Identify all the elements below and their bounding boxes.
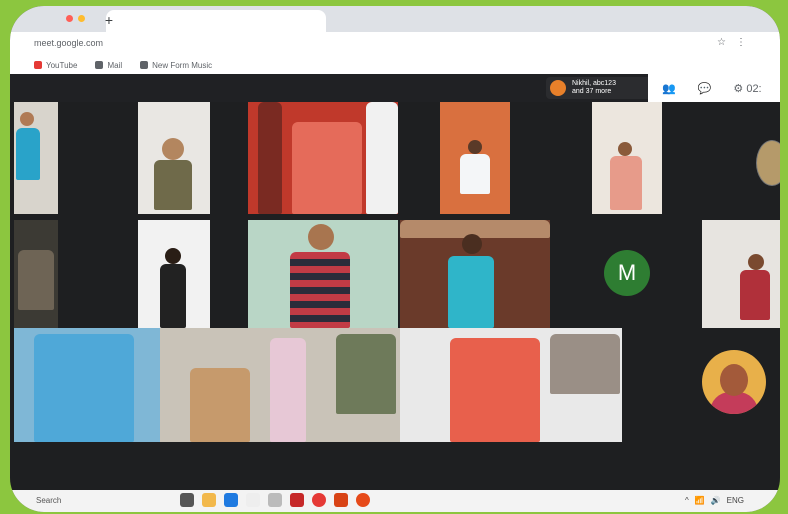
taskbar: Search ^ 📶 🔊 ENG: [10, 490, 780, 512]
meet-actions: 👥 💬 ⚙ 02:: [648, 74, 780, 102]
door-frame: [258, 102, 282, 214]
bookmark-star-icon[interactable]: ☆: [717, 37, 726, 48]
wall-art: [550, 334, 620, 394]
volume-icon[interactable]: 🔊: [711, 496, 721, 505]
participant-shirt: [610, 156, 642, 210]
furniture: [190, 368, 250, 442]
presenter-line2: and 37 more: [572, 88, 612, 95]
initial-avatar[interactable]: M: [604, 250, 650, 296]
address-bar[interactable]: meet.google.com ☆ ⋮: [10, 32, 780, 57]
participant-shirt: [16, 128, 40, 180]
participant-tile[interactable]: [592, 102, 662, 214]
participant-shirt: [740, 270, 770, 320]
participant-tile[interactable]: [160, 328, 400, 442]
minimize-window-icon[interactable]: [78, 15, 85, 22]
browser-tab-bar: +: [10, 6, 780, 32]
store-icon[interactable]: [246, 493, 260, 507]
participant-shirt: [270, 338, 306, 442]
app-icon[interactable]: [334, 493, 348, 507]
active-tab[interactable]: [106, 10, 326, 32]
participant-tile[interactable]: [138, 102, 210, 214]
participant-shirt: [34, 334, 134, 442]
presenter-names: Nikhil, abc123 and 37 more: [572, 80, 616, 96]
app-icon[interactable]: [290, 493, 304, 507]
app-icon[interactable]: [356, 493, 370, 507]
screen-frame: + meet.google.com ☆ ⋮ YouTube Mail New F…: [10, 6, 780, 512]
youtube-icon: [34, 61, 42, 69]
participant-tile[interactable]: [702, 220, 780, 328]
app-icon[interactable]: [268, 493, 282, 507]
close-window-icon[interactable]: [66, 15, 73, 22]
taskbar-icons: [180, 493, 370, 507]
music-icon: [140, 61, 149, 69]
edge-icon[interactable]: [224, 493, 238, 507]
participant-tile[interactable]: [248, 220, 398, 328]
participant-shirt: [292, 122, 362, 214]
participant-tile[interactable]: [400, 328, 622, 442]
participant-shirt: [154, 160, 192, 210]
mail-icon: [95, 61, 104, 69]
new-tab-icon[interactable]: +: [102, 13, 116, 27]
participant-shirt: [290, 252, 350, 328]
task-view-icon[interactable]: [180, 493, 194, 507]
bookmark-youtube[interactable]: YouTube: [34, 61, 77, 70]
participant-shirt: [460, 154, 490, 194]
participant-shirt: [450, 338, 540, 442]
presenter-chip[interactable]: Nikhil, abc123 and 37 more: [546, 77, 652, 99]
participant-tile[interactable]: [248, 102, 398, 214]
language-indicator[interactable]: ENG: [727, 496, 744, 505]
participant-head: [20, 112, 34, 126]
window-controls: [66, 15, 85, 22]
participant-head: [468, 140, 482, 154]
tray-chevron-icon[interactable]: ^: [685, 496, 689, 505]
wifi-icon[interactable]: 📶: [695, 496, 705, 505]
participant-tile[interactable]: [14, 328, 160, 442]
participant-tile[interactable]: [400, 220, 550, 328]
bookmark-music[interactable]: New Form Music: [140, 61, 212, 70]
address-bar-controls: ☆ ⋮: [717, 37, 746, 48]
participant-avatar[interactable]: [756, 140, 780, 186]
file-explorer-icon[interactable]: [202, 493, 216, 507]
presenter-avatar: [550, 80, 566, 96]
menu-dots-icon[interactable]: ⋮: [736, 37, 746, 48]
activities-icon[interactable]: ⚙ 02:: [733, 82, 761, 95]
people-icon[interactable]: 👥: [662, 82, 676, 95]
participant-head: [618, 142, 632, 156]
participant-head: [462, 234, 482, 254]
system-tray: ^ 📶 🔊 ENG: [685, 496, 744, 505]
bookmarks-bar: YouTube Mail New Form Music: [10, 56, 780, 74]
taskbar-search[interactable]: Search: [36, 496, 61, 505]
bookmark-mail[interactable]: Mail: [95, 61, 122, 70]
participant-head: [308, 224, 334, 250]
shelf: [336, 334, 396, 414]
bookmark-label: New Form Music: [152, 60, 213, 70]
chrome-icon[interactable]: [312, 493, 326, 507]
participant-head: [162, 138, 184, 160]
bookmark-label: YouTube: [46, 60, 78, 70]
chat-icon[interactable]: 💬: [698, 82, 712, 95]
participant-tile[interactable]: [14, 220, 58, 328]
participant-avatar[interactable]: [702, 350, 766, 414]
avatar-face: [720, 364, 748, 396]
presenter-line1: Nikhil, abc123: [572, 80, 616, 87]
wall: [366, 102, 398, 214]
participant-tile[interactable]: [440, 102, 510, 214]
url-text[interactable]: meet.google.com: [34, 38, 103, 48]
participant-head: [165, 248, 181, 264]
participant-shirt: [160, 264, 186, 328]
participant-tile[interactable]: [14, 102, 58, 214]
participant-head: [748, 254, 764, 270]
bookmark-label: Mail: [107, 60, 123, 70]
participant-tile[interactable]: [138, 220, 210, 328]
participant-shirt: [18, 250, 54, 310]
participant-shirt: [448, 256, 494, 328]
meet-top-bar: Nikhil, abc123 and 37 more 👥 💬 ⚙ 02:: [10, 74, 780, 102]
